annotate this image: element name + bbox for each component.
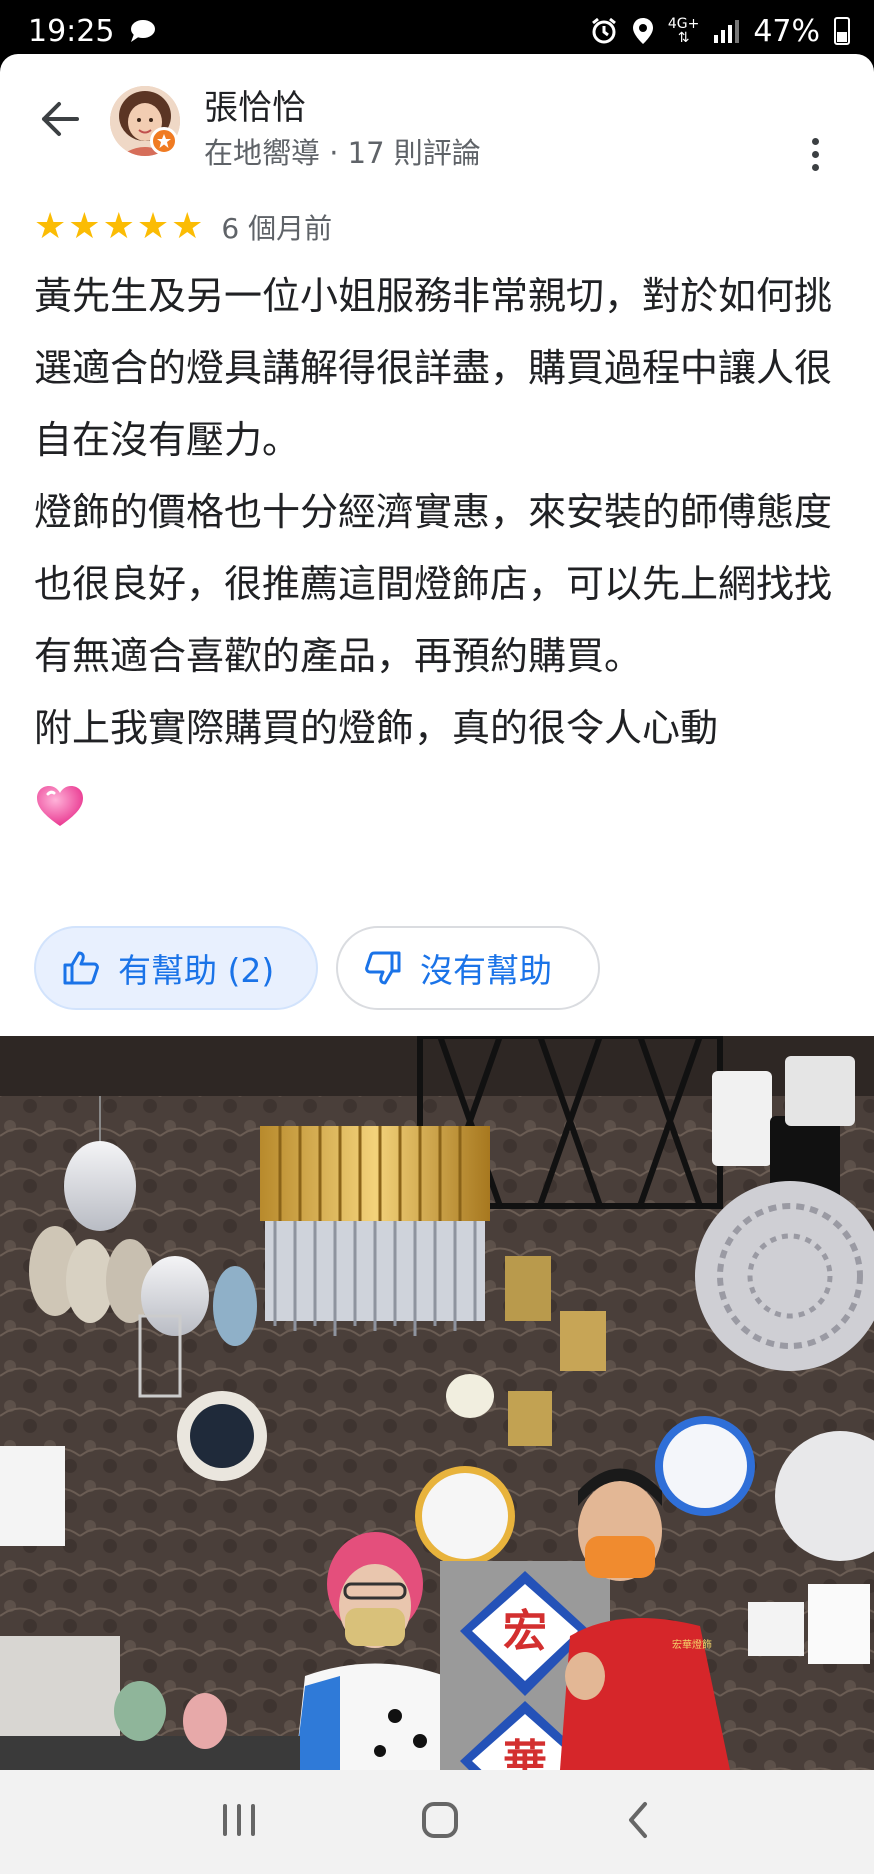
review-card: 張恰恰 在地嚮導 · 17 則評論 ★ ★ ★ ★ ★ 6 個月前 黃先生及另一… (0, 54, 874, 1824)
recent-apps-button[interactable] (221, 1803, 257, 1841)
status-time: 19:25 (28, 13, 115, 49)
local-guide-badge-icon (150, 127, 178, 155)
more-dot-icon (811, 150, 819, 158)
gold-chandelier (260, 1126, 490, 1336)
review-paragraph: 附上我實際購買的燈飾，真的很令人心動 (34, 692, 844, 764)
location-icon (632, 17, 654, 45)
back-nav-button[interactable] (623, 1800, 653, 1844)
more-options-button[interactable] (800, 134, 830, 174)
sparkling-heart-icon (37, 785, 83, 826)
battery-icon (834, 17, 850, 45)
not-helpful-label: 沒有幫助 (420, 951, 552, 990)
review-header: 張恰恰 在地嚮導 · 17 則評論 (0, 54, 874, 204)
review-photo[interactable]: 宏 華 宏華燈飾 (0, 1036, 874, 1770)
back-chevron-icon (628, 1802, 647, 1838)
thumbs-down-icon (365, 951, 401, 985)
review-paragraph-text: 附上我實際購買的燈飾，真的很令人心動 (34, 706, 719, 750)
star-rating: ★ ★ ★ ★ ★ (34, 209, 203, 245)
star-icon: ★ (34, 206, 67, 247)
data-arrows-icon: ⇅ (677, 30, 690, 46)
back-button[interactable] (34, 94, 84, 144)
reviewer-meta: 在地嚮導 · 17 則評論 (204, 136, 481, 170)
more-dot-icon (811, 137, 819, 145)
back-arrow-icon (42, 102, 79, 136)
helpful-label: 有幫助 (2) (118, 951, 275, 990)
network-label: 4G+ (667, 16, 700, 32)
signal-icon (713, 19, 740, 43)
thumbs-up-icon (63, 951, 99, 985)
sign-char-bottom: 華 (503, 1736, 547, 1770)
status-bar: 19:25 4G+ ⇅ 47% (0, 0, 874, 62)
review-paragraph: 黃先生及另一位小姐服務非常親切，對於如何挑選適合的燈具講解得很詳盡，購買過程中讓… (34, 274, 833, 462)
review-paragraph: 燈飾的價格也十分經濟實惠，來安裝的師傅態度也很良好，很推薦這間燈飾店，可以先上網… (34, 490, 833, 678)
system-nav-bar (0, 1770, 874, 1874)
star-icon: ★ (68, 206, 101, 247)
more-dot-icon (811, 163, 819, 171)
emoji-line (34, 764, 844, 836)
review-date: 6 個月前 (221, 212, 333, 245)
shirt-text: 宏華燈飾 (672, 1638, 712, 1651)
star-icon: ★ (136, 206, 170, 247)
star-icon: ★ (102, 206, 135, 247)
chat-bubble-icon (128, 18, 156, 44)
review-body: 黃先生及另一位小姐服務非常親切，對於如何挑選適合的燈具講解得很詳盡，購買過程中讓… (34, 260, 844, 836)
reviewer-name[interactable]: 張恰恰 (204, 80, 306, 129)
lighting-store-photo: 宏 華 宏華燈飾 (0, 1036, 874, 1770)
star-icon: ★ (171, 206, 204, 247)
feedback-actions: 有幫助 (2) 沒有幫助 (34, 926, 600, 1010)
not-helpful-button[interactable]: 沒有幫助 (336, 926, 600, 1010)
rating-row: ★ ★ ★ ★ ★ 6 個月前 (34, 204, 332, 250)
recent-apps-icon (223, 1804, 256, 1836)
helpful-button[interactable]: 有幫助 (2) (34, 926, 318, 1010)
battery-percent: 47% (753, 13, 820, 49)
alarm-icon (590, 17, 618, 45)
sign-char-top: 宏 (503, 1606, 547, 1657)
home-button[interactable] (420, 1800, 460, 1844)
home-icon (421, 1802, 458, 1838)
network-type: 4G+ ⇅ (668, 17, 700, 45)
